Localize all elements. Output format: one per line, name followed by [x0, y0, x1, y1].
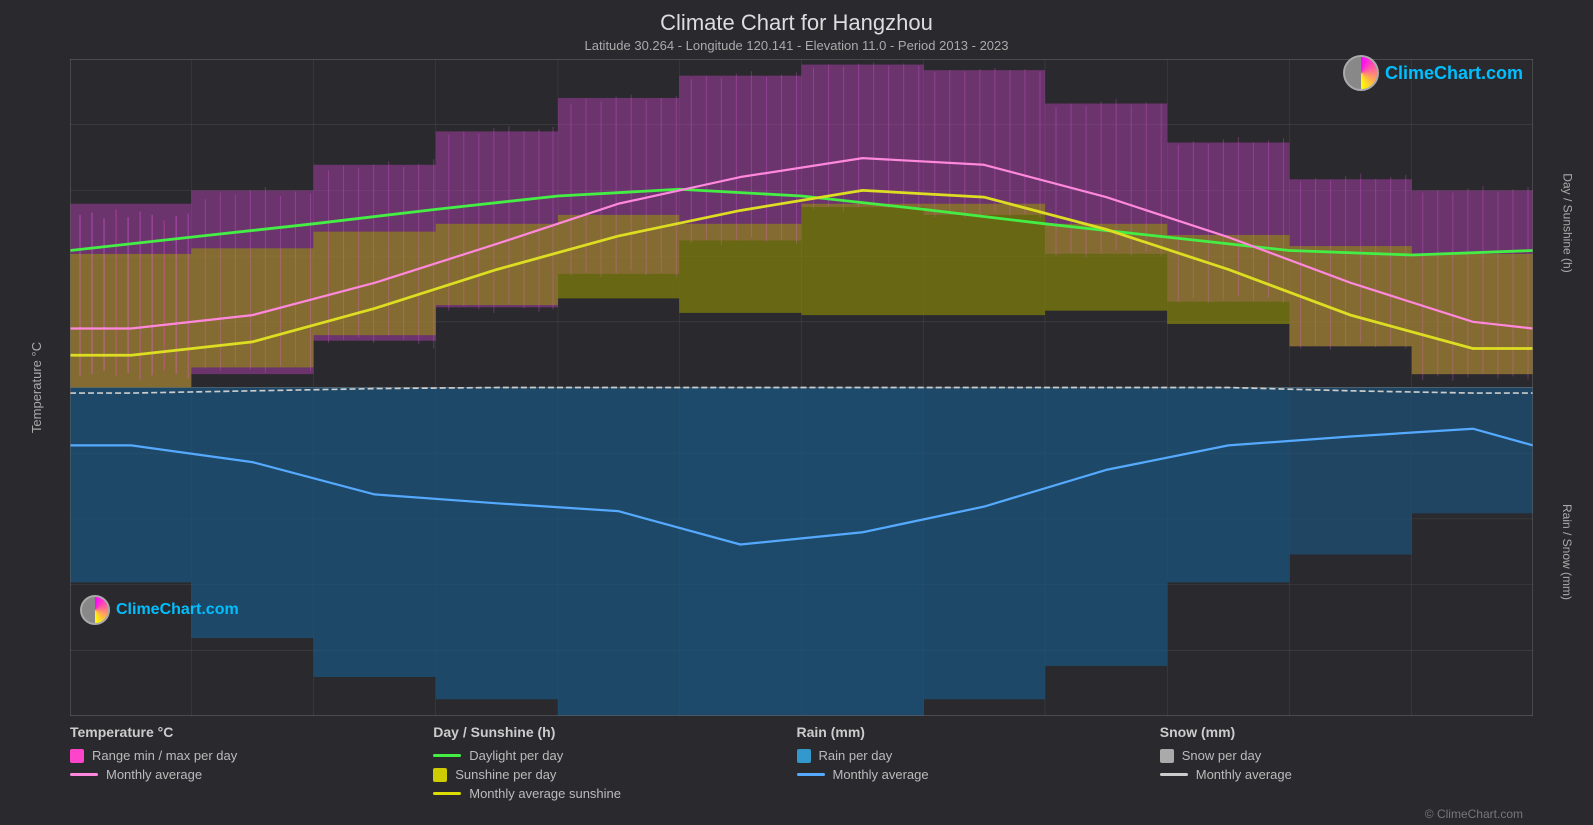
legend-item-monthly-avg-snow: Monthly average [1160, 767, 1523, 782]
legend-item-monthly-avg-rain: Monthly average [797, 767, 1160, 782]
legend-col-temperature: Temperature °C Range min / max per day M… [70, 724, 433, 801]
daylight-label: Daylight per day [469, 748, 563, 763]
legend-item-range: Range min / max per day [70, 748, 433, 763]
logo-top-right: ClimeChart.com [1343, 55, 1523, 91]
logo-bottom-left: ClimeChart.com [80, 595, 239, 625]
legend-col4-title: Snow (mm) [1160, 724, 1523, 740]
monthly-avg-snow-label: Monthly average [1196, 767, 1292, 782]
chart-container: Climate Chart for Hangzhou Latitude 30.2… [0, 0, 1593, 825]
legend-item-rain-bar: Rain per day [797, 748, 1160, 763]
copyright: © ClimeChart.com [0, 805, 1593, 825]
monthly-avg-temp-icon [70, 773, 98, 776]
chart-subtitle: Latitude 30.264 - Longitude 120.141 - El… [0, 38, 1593, 53]
snow-bar-label: Snow per day [1182, 748, 1262, 763]
logo-icon-top [1343, 55, 1379, 91]
monthly-avg-sunshine-label: Monthly average sunshine [469, 786, 621, 801]
daylight-icon [433, 754, 461, 757]
legend-item-daylight: Daylight per day [433, 748, 796, 763]
y-axis-left-label: Temperature °C [30, 342, 45, 433]
legend-item-snow-bar: Snow per day [1160, 748, 1523, 763]
legend-item-monthly-avg-temp: Monthly average [70, 767, 433, 782]
snow-bar-icon [1160, 749, 1174, 763]
legend-col-rain: Rain (mm) Rain per day Monthly average [797, 724, 1160, 801]
legend-col2-title: Day / Sunshine (h) [433, 724, 796, 740]
range-bar-icon [70, 749, 84, 763]
sunshine-bar-label: Sunshine per day [455, 767, 556, 782]
legend-col1-title: Temperature °C [70, 724, 433, 740]
logo-text-bottom: ClimeChart.com [116, 601, 239, 619]
monthly-avg-rain-label: Monthly average [833, 767, 929, 782]
chart-area: Temperature °C Day / Sunshine (h) Rain /… [70, 59, 1533, 716]
range-label: Range min / max per day [92, 748, 237, 763]
chart-title: Climate Chart for Hangzhou [0, 10, 1593, 36]
monthly-avg-temp-label: Monthly average [106, 767, 202, 782]
legend-item-monthly-avg-sunshine: Monthly average sunshine [433, 786, 796, 801]
y-axis-right-top-label: Day / Sunshine (h) [1561, 174, 1575, 273]
legend-item-sunshine-bar: Sunshine per day [433, 767, 796, 782]
y-axis-right-bottom-label: Rain / Snow (mm) [1561, 504, 1575, 600]
rain-bar-icon [797, 749, 811, 763]
monthly-avg-rain-icon [797, 773, 825, 776]
rain-bar-label: Rain per day [819, 748, 893, 763]
monthly-avg-snow-icon [1160, 773, 1188, 776]
logo-icon-bottom [80, 595, 110, 625]
legend-area: Temperature °C Range min / max per day M… [0, 716, 1593, 805]
legend-col3-title: Rain (mm) [797, 724, 1160, 740]
monthly-avg-sunshine-icon [433, 792, 461, 795]
sunshine-bar-icon [433, 768, 447, 782]
legend-col-snow: Snow (mm) Snow per day Monthly average [1160, 724, 1523, 801]
logo-text-top: ClimeChart.com [1385, 63, 1523, 84]
legend-col-sunshine: Day / Sunshine (h) Daylight per day Suns… [433, 724, 796, 801]
main-chart-svg: 50 40 30 20 10 0 -10 -20 -30 -40 -50 24 … [70, 59, 1533, 716]
